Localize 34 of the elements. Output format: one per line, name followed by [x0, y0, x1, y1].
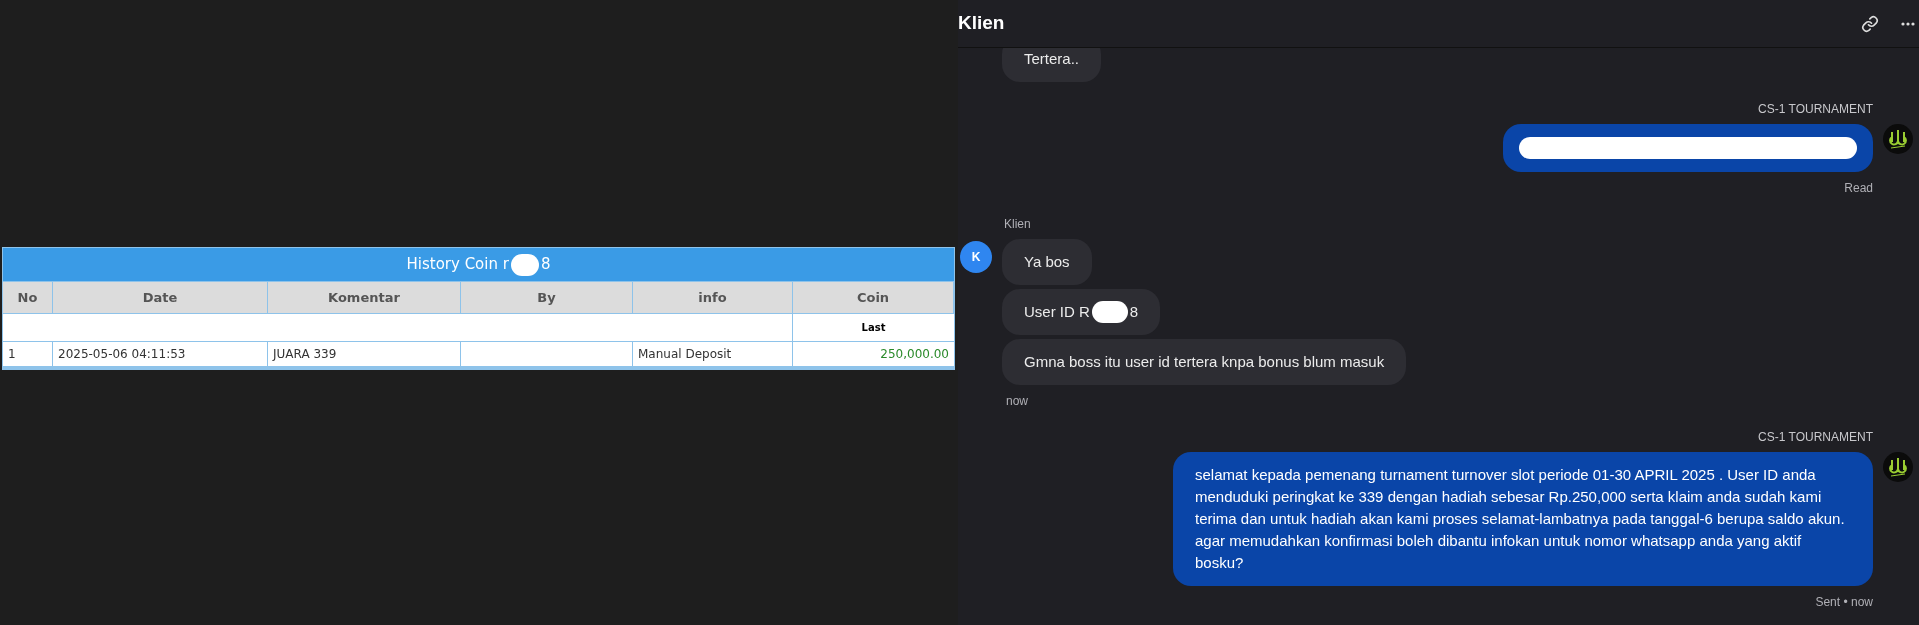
- table-cell: JUARA 339: [268, 342, 461, 366]
- message-text: Ya bos: [1024, 253, 1070, 270]
- redaction-mark: [1091, 301, 1128, 323]
- column-header: Komentar: [268, 281, 461, 313]
- message-text: Gmna boss itu user id tertera knpa bonus blum masuk: [1024, 353, 1385, 370]
- table-cell-text: 250,000.00: [879, 346, 950, 363]
- message-text: selamat kepada pemenang turnament turnover slot periode 01-30 APRIL 2025 . User ID anda menduduki peringkat ke 339 dengan hadiah sebesar Rp.250,000 serta klaim anda sudah kami terima dan untuk hadiah akan kami proses selamat-lambatnya pada tanggal-6 berupa saldo akun. agar memudahkan konfirmasi boleh dibantu infokan untuk nomor whatsapp anda yang aktif bosku?: [1195, 466, 1845, 571]
- link-icon[interactable]: [1861, 14, 1879, 33]
- table-cell: 1: [3, 342, 53, 366]
- message-status: Sent • now: [1815, 594, 1873, 611]
- column-header: No: [3, 281, 53, 313]
- message-text: 8: [1129, 302, 1139, 322]
- avatar: K: [960, 241, 992, 273]
- sender-name: CS-1 TOURNAMENT: [1758, 101, 1873, 118]
- redaction-mark: [510, 253, 539, 276]
- table-cell: 2025-05-06 04:11:53: [53, 342, 268, 366]
- column-header: info: [633, 281, 793, 313]
- message-status: now: [1005, 393, 1028, 410]
- column-header: Date: [53, 281, 268, 313]
- logo-avatar-icon: [1883, 124, 1913, 154]
- sender-name: CS-1 TOURNAMENT: [1758, 429, 1873, 446]
- column-header: Coin: [793, 281, 954, 313]
- table-cell: Manual Deposit: [633, 342, 793, 366]
- sender-name: Klien: [1003, 216, 1031, 233]
- more-icon[interactable]: [1901, 21, 1915, 26]
- message-status: Read: [1844, 180, 1873, 197]
- column-header: By: [461, 281, 633, 313]
- table-cell-text: Last: [860, 321, 887, 335]
- chat-title: Klien: [958, 11, 1005, 36]
- message-text: Tertera..: [1024, 50, 1080, 67]
- message-text: User ID R: [1024, 302, 1090, 322]
- title-text: History Coin r: [406, 254, 509, 276]
- logo-avatar-icon: [1883, 452, 1913, 482]
- title-text: 8: [540, 254, 551, 276]
